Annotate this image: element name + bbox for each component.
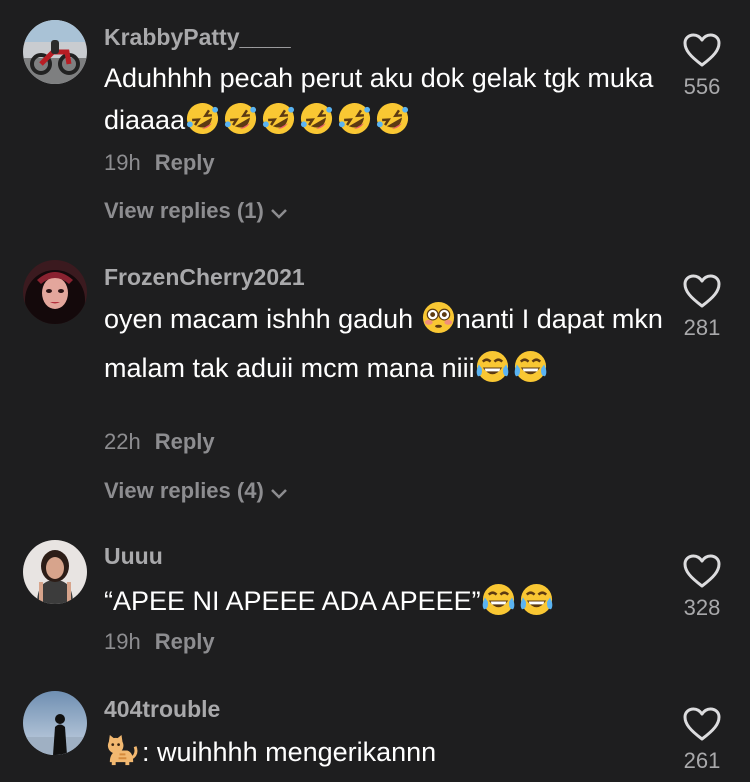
reply-button[interactable]: Reply bbox=[155, 150, 215, 175]
comment-text: : wuihhhh mengerikannn bbox=[104, 731, 664, 780]
comment-text-body: “APEE NI APEEE ADA APEEE” bbox=[104, 586, 481, 616]
rolling-on-floor-laughing-emoji bbox=[375, 101, 410, 136]
comment-username[interactable]: KrabbyPatty____ bbox=[104, 24, 291, 51]
heart-icon bbox=[683, 554, 721, 588]
like-count: 261 bbox=[683, 748, 721, 773]
rolling-on-floor-laughing-emoji bbox=[261, 101, 296, 136]
view-replies-button[interactable]: View replies (4) bbox=[104, 478, 288, 504]
like-button[interactable]: 261 bbox=[680, 706, 724, 774]
rolling-on-floor-laughing-emoji bbox=[337, 101, 372, 136]
comment-text-body: : wuihhhh mengerikannn bbox=[142, 737, 437, 767]
comment-text: Aduhhhh pecah perut aku dok gelak tgk mu… bbox=[104, 57, 664, 148]
comment-timestamp: 22h bbox=[104, 429, 141, 454]
face-with-tears-of-joy-emoji bbox=[519, 582, 554, 617]
chevron-down-icon bbox=[270, 489, 287, 499]
like-count: 556 bbox=[683, 74, 721, 99]
heart-icon bbox=[683, 274, 721, 308]
comment-meta: 19h Reply bbox=[104, 629, 215, 655]
comment-meta: 22h Reply bbox=[104, 429, 215, 455]
avatar[interactable] bbox=[23, 20, 87, 84]
rolling-on-floor-laughing-emoji bbox=[299, 101, 334, 136]
view-replies-label: View replies (4) bbox=[104, 478, 264, 503]
comment-timestamp: 19h bbox=[104, 629, 141, 654]
reply-button[interactable]: Reply bbox=[155, 429, 215, 454]
rolling-on-floor-laughing-emoji bbox=[185, 101, 220, 136]
face-with-tears-of-joy-emoji bbox=[513, 349, 548, 384]
like-count: 281 bbox=[683, 315, 721, 340]
emoji-group bbox=[481, 582, 557, 629]
comment-item: FrozenCherry2021 oyen macam ishhh gaduh … bbox=[0, 240, 750, 525]
heart-icon bbox=[683, 33, 721, 67]
avatar[interactable] bbox=[23, 691, 87, 755]
comment-timestamp: 19h bbox=[104, 150, 141, 175]
emoji-group bbox=[421, 300, 456, 347]
emoji-group bbox=[475, 349, 551, 396]
view-replies-label: View replies (1) bbox=[104, 198, 264, 223]
comment-item: Uuuu “APEE NI APEEE ADA APEEE” 19h Reply … bbox=[0, 525, 750, 685]
comment-text: “APEE NI APEEE ADA APEEE” bbox=[104, 580, 664, 629]
comment-item: KrabbyPatty____ Aduhhhh pecah perut aku … bbox=[0, 0, 750, 240]
avatar[interactable] bbox=[23, 540, 87, 604]
face-with-tears-of-joy-emoji bbox=[481, 582, 516, 617]
comment-meta: 19h Reply bbox=[104, 150, 215, 176]
like-button[interactable]: 328 bbox=[680, 553, 724, 621]
like-button[interactable]: 281 bbox=[680, 273, 724, 341]
avatar[interactable] bbox=[23, 260, 87, 324]
cat-emoji bbox=[104, 733, 139, 768]
heart-icon bbox=[683, 707, 721, 741]
comment-text-part: oyen macam ishhh gaduh bbox=[104, 304, 421, 334]
comment-username[interactable]: FrozenCherry2021 bbox=[104, 264, 305, 291]
comment-username[interactable]: Uuuu bbox=[104, 543, 163, 570]
like-count: 328 bbox=[683, 595, 721, 620]
emoji-group bbox=[104, 733, 142, 780]
comment-username[interactable]: 404trouble bbox=[104, 696, 220, 723]
view-replies-button[interactable]: View replies (1) bbox=[104, 198, 288, 224]
flushed-face-emoji bbox=[421, 300, 456, 335]
comment-text: oyen macam ishhh gaduh nanti I dapat mkn… bbox=[104, 298, 664, 396]
comment-item: 404trouble : wuihhhh mengerikannn 261 bbox=[0, 685, 750, 782]
rolling-on-floor-laughing-emoji bbox=[223, 101, 258, 136]
reply-button[interactable]: Reply bbox=[155, 629, 215, 654]
chevron-down-icon bbox=[270, 209, 287, 219]
face-with-tears-of-joy-emoji bbox=[475, 349, 510, 384]
emoji-group bbox=[185, 101, 413, 148]
like-button[interactable]: 556 bbox=[680, 32, 724, 100]
